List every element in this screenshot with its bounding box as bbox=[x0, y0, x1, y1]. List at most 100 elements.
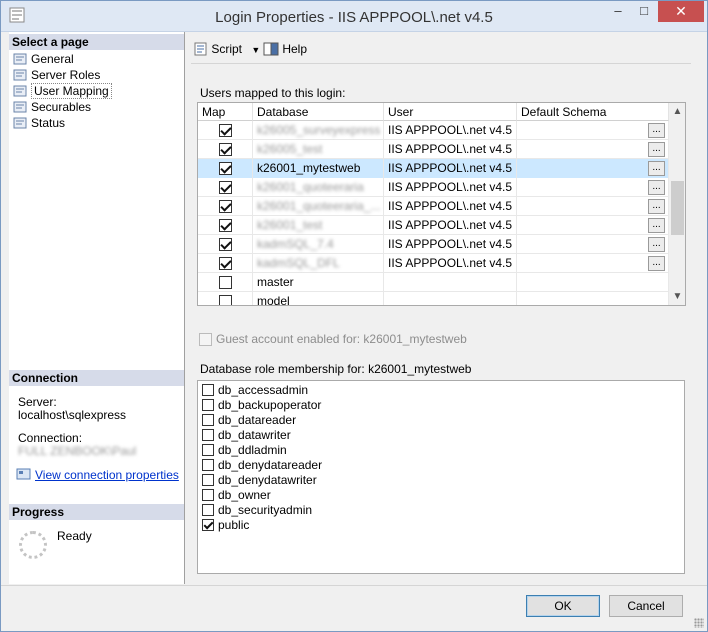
database-cell: k26005_surveyexpress bbox=[253, 121, 384, 140]
map-checkbox[interactable] bbox=[218, 143, 232, 157]
user-cell bbox=[384, 292, 517, 305]
ok-button[interactable]: OK bbox=[526, 595, 600, 617]
map-checkbox[interactable] bbox=[218, 238, 232, 252]
browse-schema-button[interactable]: ... bbox=[648, 218, 665, 233]
table-row[interactable]: kadmSQL_7.4 IIS APPPOOL\.net v4.5... bbox=[198, 235, 669, 254]
page-item-server-roles[interactable]: Server Roles bbox=[13, 67, 100, 83]
maximize-button[interactable]: □ bbox=[631, 1, 657, 22]
map-checkbox[interactable] bbox=[218, 219, 232, 233]
role-checkbox[interactable] bbox=[202, 414, 214, 426]
browse-schema-button[interactable]: ... bbox=[648, 142, 665, 157]
grid-header: Map Database User Default Schema bbox=[198, 103, 669, 121]
role-label: db_datareader bbox=[218, 413, 297, 427]
map-cell bbox=[198, 235, 253, 254]
role-checkbox[interactable] bbox=[202, 444, 214, 456]
scroll-thumb[interactable] bbox=[671, 181, 684, 235]
map-checkbox[interactable] bbox=[218, 276, 232, 290]
page-item-status[interactable]: Status bbox=[13, 115, 65, 131]
map-cell bbox=[198, 216, 253, 235]
column-header-database[interactable]: Database bbox=[253, 103, 384, 121]
resize-grip-icon[interactable] bbox=[694, 618, 704, 628]
role-item[interactable]: db_ddladmin bbox=[202, 443, 287, 458]
map-checkbox[interactable] bbox=[218, 295, 232, 305]
role-label: db_backupoperator bbox=[218, 398, 322, 412]
page-icon bbox=[13, 53, 27, 65]
role-label: db_denydatareader bbox=[218, 458, 323, 472]
map-cell bbox=[198, 292, 253, 305]
browse-schema-button[interactable]: ... bbox=[648, 123, 665, 138]
database-name: k26005_surveyexpress bbox=[257, 123, 381, 137]
table-row[interactable]: k26001_test IIS APPPOOL\.net v4.5... bbox=[198, 216, 669, 235]
database-name: k26001_quoteeraria_... bbox=[257, 199, 381, 213]
title-bar: Login Properties - IIS APPPOOL\.net v4.5… bbox=[1, 1, 707, 32]
role-item[interactable]: db_accessadmin bbox=[202, 383, 308, 398]
role-item[interactable]: db_denydatawriter bbox=[202, 473, 317, 488]
page-item-user-mapping[interactable]: User Mapping bbox=[13, 83, 112, 99]
map-checkbox[interactable] bbox=[218, 257, 232, 271]
role-checkbox[interactable] bbox=[202, 474, 214, 486]
minimize-button[interactable]: – bbox=[605, 1, 631, 22]
browse-schema-button[interactable]: ... bbox=[648, 180, 665, 195]
column-header-user[interactable]: User bbox=[384, 103, 517, 121]
browse-schema-button[interactable]: ... bbox=[648, 256, 665, 271]
close-button[interactable]: ✕ bbox=[658, 1, 704, 22]
schema-cell bbox=[517, 292, 669, 305]
role-checkbox[interactable] bbox=[202, 504, 214, 516]
grid-vertical-scrollbar[interactable]: ▲ ▼ bbox=[669, 103, 685, 305]
role-item[interactable]: db_datawriter bbox=[202, 428, 291, 443]
database-cell: kadmSQL_7.4 bbox=[253, 235, 384, 254]
role-checkbox[interactable] bbox=[202, 489, 214, 501]
user-name: IIS APPPOOL\.net v4.5 bbox=[388, 237, 513, 251]
page-item-securables[interactable]: Securables bbox=[13, 99, 91, 115]
bottom-divider bbox=[1, 585, 707, 586]
role-item[interactable]: db_backupoperator bbox=[202, 398, 321, 413]
view-connection-properties[interactable]: View connection properties bbox=[16, 468, 179, 482]
help-button[interactable]: Help bbox=[263, 40, 307, 58]
map-checkbox[interactable] bbox=[218, 181, 232, 195]
table-row[interactable]: k26005_surveyexpress IIS APPPOOL\.net v4.… bbox=[198, 121, 669, 140]
chevron-down-icon[interactable]: ▼ bbox=[251, 45, 260, 55]
scroll-up-icon[interactable]: ▲ bbox=[669, 103, 685, 120]
table-row[interactable]: k26005_test IIS APPPOOL\.net v4.5... bbox=[198, 140, 669, 159]
role-checkbox[interactable] bbox=[202, 384, 214, 396]
page-item-label: Status bbox=[31, 116, 66, 130]
role-item[interactable]: db_datareader bbox=[202, 413, 296, 428]
page-item-general[interactable]: General bbox=[13, 51, 74, 67]
role-item[interactable]: db_securityadmin bbox=[202, 503, 312, 518]
script-button[interactable]: Script ▼ bbox=[194, 40, 260, 58]
browse-schema-button[interactable]: ... bbox=[648, 237, 665, 252]
browse-schema-button[interactable]: ... bbox=[648, 161, 665, 176]
role-item[interactable]: db_denydatareader bbox=[202, 458, 322, 473]
role-label: db_denydatawriter bbox=[218, 473, 317, 487]
view-connection-link[interactable]: View connection properties bbox=[35, 468, 179, 482]
table-row[interactable]: k26001_quoteeraria IIS APPPOOL\.net v4.5.… bbox=[198, 178, 669, 197]
help-label: Help bbox=[282, 42, 308, 56]
table-row[interactable]: k26001_quoteeraria_... IIS APPPOOL\.net v… bbox=[198, 197, 669, 216]
table-row[interactable]: kadmSQL_DFL IIS APPPOOL\.net v4.5... bbox=[198, 254, 669, 273]
progress-header: Progress bbox=[9, 504, 184, 520]
role-checkbox[interactable] bbox=[202, 399, 214, 411]
role-item[interactable]: db_owner bbox=[202, 488, 271, 503]
table-row[interactable]: model bbox=[198, 292, 669, 305]
column-header-map[interactable]: Map bbox=[198, 103, 253, 121]
role-item[interactable]: public bbox=[202, 518, 249, 533]
schema-cell: ... bbox=[517, 254, 669, 273]
cancel-button[interactable]: Cancel bbox=[609, 595, 683, 617]
role-checkbox[interactable] bbox=[202, 459, 214, 471]
role-label: db_owner bbox=[218, 488, 271, 502]
map-checkbox[interactable] bbox=[218, 200, 232, 214]
role-checkbox[interactable] bbox=[202, 429, 214, 441]
table-row[interactable]: k26001_mytestweb IIS APPPOOL\.net v4.5... bbox=[198, 159, 669, 178]
role-checkbox[interactable] bbox=[202, 519, 214, 531]
schema-cell bbox=[517, 273, 669, 292]
guest-account-option: Guest account enabled for: k26001_mytest… bbox=[199, 332, 467, 347]
browse-schema-button[interactable]: ... bbox=[648, 199, 665, 214]
map-checkbox[interactable] bbox=[218, 162, 232, 176]
map-checkbox[interactable] bbox=[218, 124, 232, 138]
table-row[interactable]: master bbox=[198, 273, 669, 292]
database-name: k26001_mytestweb bbox=[257, 161, 361, 175]
schema-cell: ... bbox=[517, 216, 669, 235]
schema-cell: ... bbox=[517, 121, 669, 140]
column-header-default-schema[interactable]: Default Schema bbox=[517, 103, 669, 121]
scroll-down-icon[interactable]: ▼ bbox=[669, 288, 685, 305]
